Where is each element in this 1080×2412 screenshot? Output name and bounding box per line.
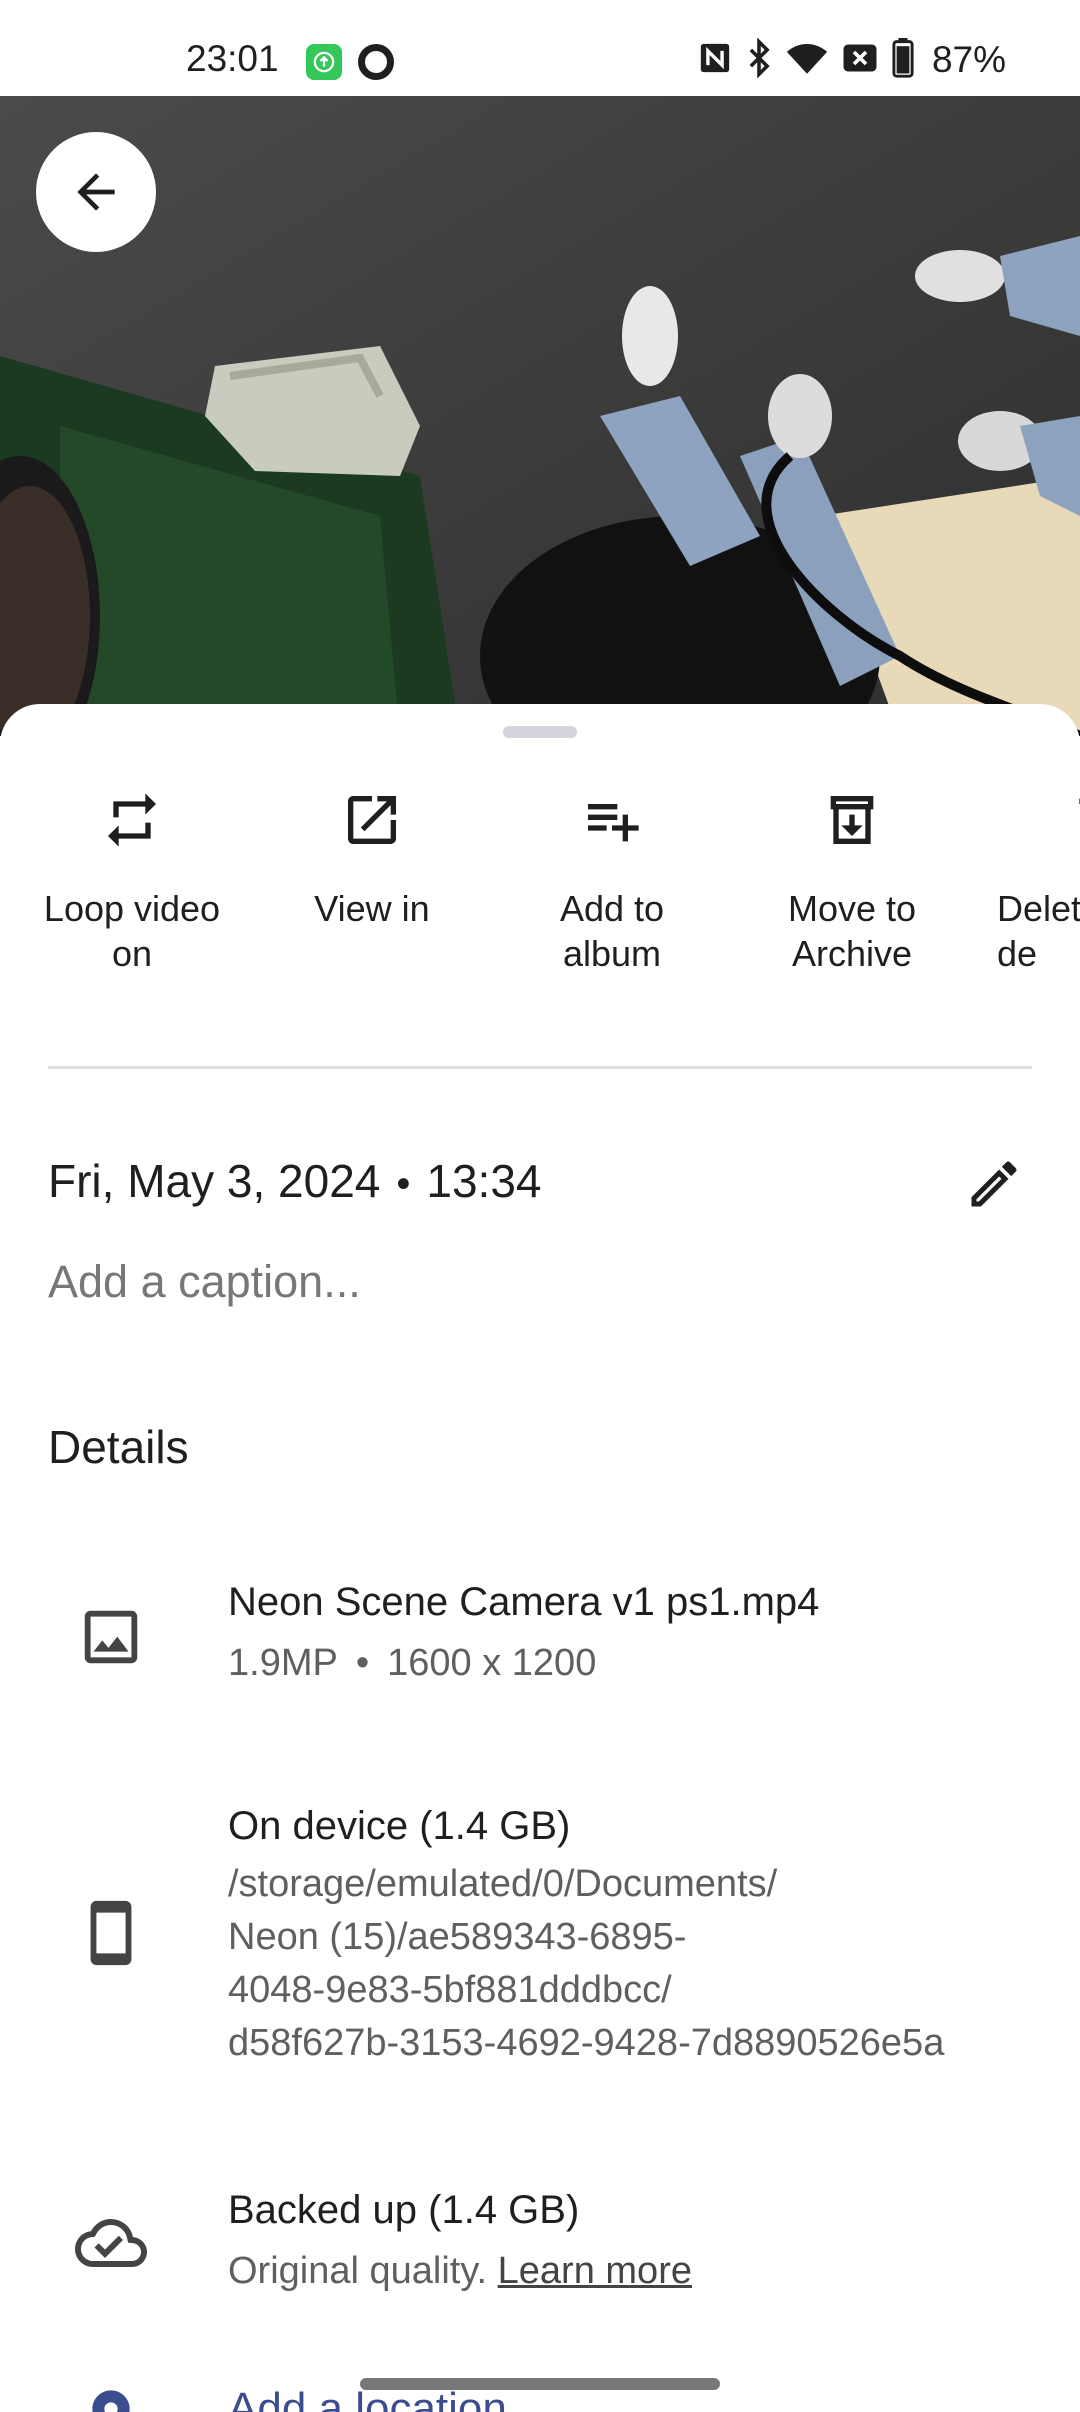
loop-icon — [96, 784, 168, 856]
phone-icon — [74, 1896, 148, 1970]
learn-more-link[interactable]: Learn more — [498, 2250, 692, 2292]
battery-percentage: 87% — [931, 39, 1006, 80]
playlist-add-icon — [576, 784, 648, 856]
file-dimensions: 1.9MP • 1600 x 1200 — [228, 1636, 1050, 1690]
details-heading: Details — [48, 1421, 189, 1473]
storage-text: On device (1.4 GB) /storage/emulated/0/D… — [228, 1800, 1050, 2070]
wifi-icon — [786, 40, 828, 81]
add-to-album-action[interactable]: Add to album — [502, 784, 722, 976]
record-notification-icon — [358, 44, 394, 80]
sheet-drag-handle[interactable] — [503, 726, 577, 738]
battery-icon — [892, 37, 914, 83]
backup-quality: Original quality. — [228, 2250, 488, 2292]
status-icons: 87% — [698, 36, 1006, 83]
preview-image — [0, 96, 1080, 736]
delete-label: Delet de — [997, 888, 1080, 974]
storage-path-line: d58f627b-3153-4692-9428-7d8890526e5a — [228, 2022, 945, 2064]
arrow-back-icon — [77, 173, 115, 211]
info-bottom-sheet: Loop video on View in Add to album Move … — [0, 704, 1080, 2412]
gesture-nav-bar[interactable] — [360, 2378, 720, 2390]
date-time: Fri, May 3, 2024 • 13:34 — [48, 1154, 542, 1208]
edit-date-button[interactable] — [956, 1146, 1032, 1222]
date-text: Fri, May 3, 2024 — [48, 1155, 381, 1207]
delete-action[interactable]: Delet de — [982, 784, 1080, 976]
storage-path: /storage/emulated/0/Documents/ Neon (15)… — [228, 1858, 1050, 2070]
media-preview[interactable] — [0, 96, 1080, 736]
image-icon — [74, 1600, 148, 1674]
file-separator: • — [355, 1642, 370, 1684]
divider — [48, 1066, 1032, 1069]
nfc-icon — [698, 39, 732, 82]
time-text: 13:34 — [426, 1155, 542, 1207]
view-in-label: View in — [314, 888, 430, 929]
open-external-icon — [336, 784, 408, 856]
caption-input[interactable]: Add a caption... — [48, 1256, 361, 1308]
move-to-archive-label: Move to Archive — [787, 888, 917, 974]
storage-path-line: Neon (15)/ae589343-6895- — [228, 1916, 687, 1958]
edit-pencil-icon — [971, 1161, 1017, 1207]
action-row: Loop video on View in Add to album Move … — [0, 784, 1080, 984]
move-to-archive-action[interactable]: Move to Archive — [742, 784, 962, 976]
storage-path-line: 4048-9e83-5bf881dddbcc/ — [228, 1969, 672, 2011]
loop-video-label: Loop video on — [43, 888, 221, 974]
signal-off-icon — [842, 41, 878, 80]
file-resolution: 1600 x 1200 — [387, 1642, 597, 1684]
file-megapixels: 1.9MP — [228, 1642, 338, 1684]
location-pin-icon — [74, 2380, 148, 2412]
cloud-done-icon — [74, 2206, 148, 2280]
date-separator: • — [396, 1162, 411, 1206]
status-bar: 23:01 87% — [0, 0, 1080, 96]
file-name: Neon Scene Camera v1 ps1.mp4 — [228, 1580, 820, 1624]
backup-title: Backed up (1.4 GB) — [228, 2188, 580, 2232]
file-info-text: Neon Scene Camera v1 ps1.mp4 1.9MP • 1600 … — [228, 1576, 1050, 1690]
bluetooth-icon — [746, 36, 772, 83]
add-to-album-label: Add to album — [559, 888, 665, 974]
upload-notification-icon — [306, 44, 342, 80]
storage-title: On device (1.4 GB) — [228, 1804, 571, 1848]
view-in-action[interactable]: View in — [262, 784, 482, 931]
delete-icon — [1062, 784, 1080, 856]
loop-video-action[interactable]: Loop video on — [22, 784, 242, 976]
archive-icon — [816, 784, 888, 856]
status-time: 23:01 — [186, 38, 279, 79]
backup-quality-line: Original quality. Learn more — [228, 2244, 1050, 2298]
backup-text: Backed up (1.4 GB) Original quality. Lea… — [228, 2184, 1050, 2298]
storage-path-line: /storage/emulated/0/Documents/ — [228, 1863, 778, 1905]
back-button[interactable] — [36, 132, 156, 252]
